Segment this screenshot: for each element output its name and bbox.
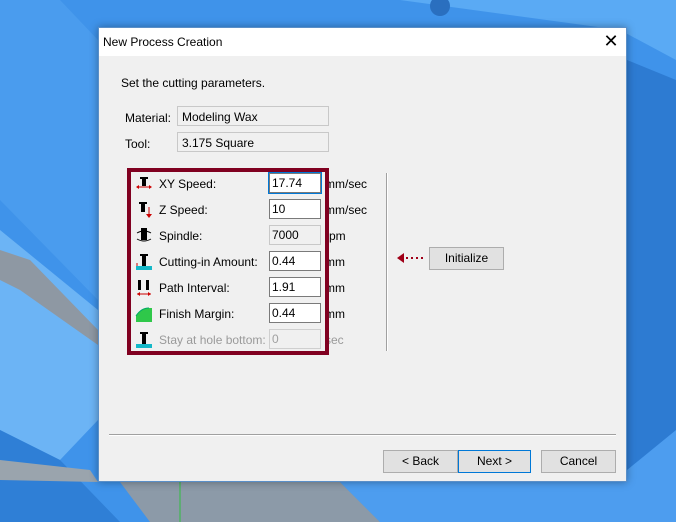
dialog-title: New Process Creation: [103, 35, 223, 49]
title-bar: New Process Creation ✕: [99, 28, 626, 56]
cancel-button[interactable]: Cancel: [541, 450, 616, 473]
close-icon[interactable]: ✕: [596, 28, 626, 56]
initialize-button[interactable]: Initialize: [429, 247, 504, 270]
material-label: Material:: [125, 111, 172, 125]
horizontal-divider: [109, 434, 616, 436]
material-field: Modeling Wax: [177, 106, 329, 126]
next-button[interactable]: Next >: [458, 450, 531, 473]
param-unit: mm/sec: [325, 203, 367, 217]
new-process-dialog: New Process Creation ✕ Set the cutting p…: [98, 27, 627, 482]
instruction-text: Set the cutting parameters.: [121, 76, 266, 90]
tool-label: Tool:: [125, 137, 151, 151]
arrow-left-icon: [397, 253, 423, 263]
highlight-frame: [127, 168, 329, 355]
tool-field: 3.175 Square: [177, 132, 329, 152]
param-unit: mm/sec: [325, 177, 367, 191]
vertical-divider: [386, 173, 388, 351]
back-button[interactable]: < Back: [383, 450, 458, 473]
